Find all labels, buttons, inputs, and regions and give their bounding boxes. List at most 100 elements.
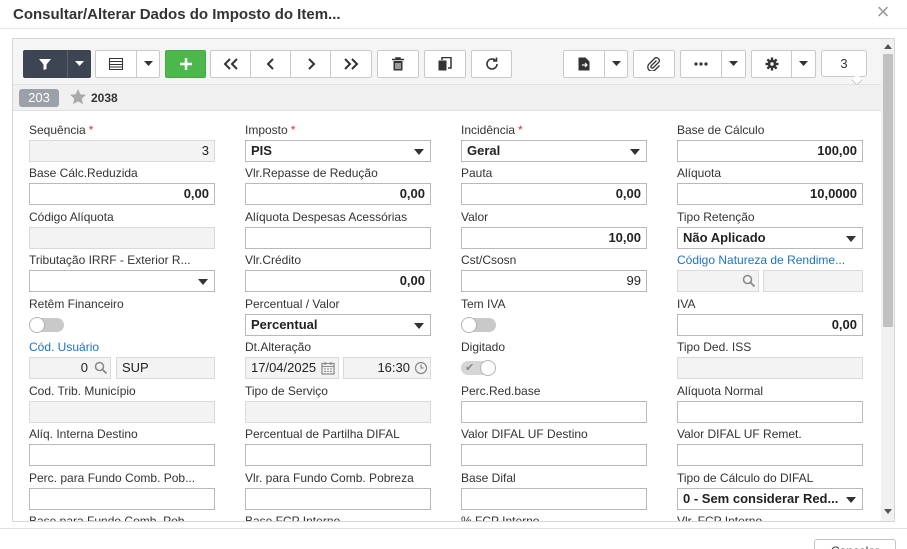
search-icon[interactable] bbox=[742, 274, 756, 288]
perc-red-base-label: Perc.Red.base bbox=[461, 384, 541, 398]
imposto-select[interactable]: PIS bbox=[245, 140, 431, 162]
aliquota-normal-field[interactable] bbox=[677, 401, 863, 423]
filter-icon bbox=[39, 59, 51, 70]
cancel-button[interactable]: Cancelar bbox=[814, 539, 896, 549]
filter-dropdown-button[interactable] bbox=[67, 50, 91, 78]
valor-difal-uf-destino-field[interactable] bbox=[461, 444, 647, 466]
vlr-fundo-comb-pobreza-field[interactable] bbox=[245, 488, 431, 510]
dialog-title: Consultar/Alterar Dados do Imposto do It… bbox=[13, 6, 341, 23]
tipo-retencao-value: Não Aplicado bbox=[683, 230, 766, 245]
retem-financeiro-label: Retêm Financeiro bbox=[29, 297, 124, 311]
perc-fundo-comb-pob-field[interactable] bbox=[29, 488, 215, 510]
aliquota-label: Alíquota bbox=[677, 166, 722, 180]
search-icon[interactable] bbox=[94, 361, 108, 375]
perc-fundo-comb-pob-label: Perc. para Fundo Comb. Pob... bbox=[29, 471, 196, 485]
attach-button[interactable] bbox=[633, 50, 675, 78]
vlr-credito-label: Vlr.Crédito bbox=[245, 253, 302, 267]
export-icon bbox=[578, 57, 590, 71]
base-difal-field[interactable] bbox=[461, 488, 647, 510]
scroll-down-icon[interactable] bbox=[884, 509, 892, 514]
more-options-button[interactable] bbox=[680, 50, 722, 78]
next-icon bbox=[307, 58, 315, 70]
refresh-button[interactable] bbox=[471, 50, 512, 78]
base-reduzida-label: Base Cálc.Reduzida bbox=[29, 166, 138, 180]
calendar-icon[interactable] bbox=[321, 361, 335, 375]
tributacao-irrf-select[interactable] bbox=[29, 270, 215, 292]
filter-button[interactable] bbox=[23, 50, 67, 78]
title-divider bbox=[0, 28, 907, 29]
vlr-repasse-field[interactable]: 0,00 bbox=[245, 183, 431, 205]
perc-fcp-interno-label: % FCP Interno bbox=[461, 514, 540, 522]
tem-iva-label: Tem IVA bbox=[461, 297, 506, 311]
aliq-desp-acess-field[interactable] bbox=[245, 227, 431, 249]
vlr-fundo-comb-pobreza-label: Vlr. para Fundo Comb. Pobreza bbox=[245, 471, 414, 485]
valor-difal-uf-remet-field[interactable] bbox=[677, 444, 863, 466]
more-dropdown-button[interactable] bbox=[721, 50, 746, 78]
valor-field[interactable]: 10,00 bbox=[461, 227, 647, 249]
chevron-down-icon bbox=[846, 236, 856, 242]
export-dropdown-button[interactable] bbox=[604, 50, 628, 78]
tipo-retencao-select[interactable]: Não Aplicado bbox=[677, 227, 863, 249]
percentual-valor-select[interactable]: Percentual bbox=[245, 314, 431, 336]
clock-icon[interactable] bbox=[414, 361, 428, 375]
valor-difal-uf-destino-label: Valor DIFAL UF Destino bbox=[461, 427, 588, 441]
digitado-toggle: ✔ bbox=[461, 360, 496, 376]
chevron-down-icon bbox=[143, 61, 153, 66]
scroll-up-icon[interactable] bbox=[884, 44, 892, 49]
delete-button[interactable] bbox=[377, 50, 419, 78]
last-record-button[interactable] bbox=[330, 50, 372, 78]
codigo-natureza-link[interactable]: Código Natureza de Rendime... bbox=[677, 253, 845, 267]
pauta-field[interactable]: 0,00 bbox=[461, 183, 647, 205]
dt-alteracao-time: 16:30 bbox=[377, 360, 410, 375]
sequencia-label: Sequência * bbox=[29, 123, 94, 137]
refresh-icon bbox=[485, 57, 498, 70]
next-record-button[interactable] bbox=[290, 50, 331, 78]
aliquota-field[interactable]: 10,0000 bbox=[677, 183, 863, 205]
export-button[interactable] bbox=[563, 50, 605, 78]
scrollbar-thumb[interactable] bbox=[883, 54, 893, 327]
record-id-badge: 203 bbox=[19, 89, 59, 107]
chevron-down-icon bbox=[729, 61, 738, 66]
settings-button[interactable] bbox=[751, 50, 792, 78]
aliq-desp-acess-label: Alíquota Despesas Acessórias bbox=[245, 210, 408, 224]
codigo-aliquota-label: Código Alíquota bbox=[29, 210, 114, 224]
incidencia-value: Geral bbox=[467, 143, 501, 158]
base-reduzida-field[interactable]: 0,00 bbox=[29, 183, 215, 205]
base-calculo-field[interactable]: 100,00 bbox=[677, 140, 863, 162]
tem-iva-toggle[interactable] bbox=[461, 317, 496, 333]
star-icon[interactable] bbox=[69, 88, 87, 106]
prev-record-button[interactable] bbox=[250, 50, 291, 78]
grid-dropdown-button[interactable] bbox=[136, 50, 160, 78]
close-icon[interactable]: × bbox=[872, 0, 894, 24]
perc-red-base-field[interactable] bbox=[461, 401, 647, 423]
perc-partilha-difal-field[interactable] bbox=[245, 444, 431, 466]
first-record-button[interactable] bbox=[210, 50, 251, 78]
cst-csosn-field[interactable]: 99 bbox=[461, 270, 647, 292]
toggle-knob bbox=[480, 360, 496, 376]
aliquota-normal-label: Alíquota Normal bbox=[677, 384, 764, 398]
codigo-natureza-field[interactable] bbox=[677, 270, 759, 292]
valor-difal-uf-remet-label: Valor DIFAL UF Remet. bbox=[677, 427, 802, 441]
settings-dropdown-button[interactable] bbox=[791, 50, 816, 78]
sequencia-field: 3 bbox=[29, 140, 215, 162]
pauta-label: Pauta bbox=[461, 166, 493, 180]
incidencia-select[interactable]: Geral bbox=[461, 140, 647, 162]
codigo-aliquota-field bbox=[29, 227, 215, 249]
digitado-label: Digitado bbox=[461, 340, 506, 354]
vlr-credito-field[interactable]: 0,00 bbox=[245, 270, 431, 292]
dt-alteracao-time-field: 16:30 bbox=[343, 357, 431, 379]
chevron-down-icon bbox=[846, 497, 856, 503]
cod-usuario-field: 0 bbox=[29, 357, 111, 379]
aliq-interna-destino-field[interactable] bbox=[29, 444, 215, 466]
base-calculo-label: Base de Cálculo bbox=[677, 123, 765, 137]
duplicate-button[interactable] bbox=[424, 50, 466, 78]
tipo-servico-label: Tipo de Serviço bbox=[245, 384, 328, 398]
tipo-calculo-difal-select[interactable]: 0 - Sem considerar Red... bbox=[677, 488, 863, 510]
cod-usuario-link[interactable]: Cód. Usuário bbox=[29, 340, 99, 354]
iva-field[interactable]: 0,00 bbox=[677, 314, 863, 336]
add-button[interactable] bbox=[165, 50, 206, 78]
base-difal-label: Base Difal bbox=[461, 471, 516, 485]
last-icon bbox=[344, 58, 359, 70]
retem-financeiro-toggle[interactable] bbox=[29, 317, 64, 333]
grid-view-button[interactable] bbox=[95, 50, 137, 78]
